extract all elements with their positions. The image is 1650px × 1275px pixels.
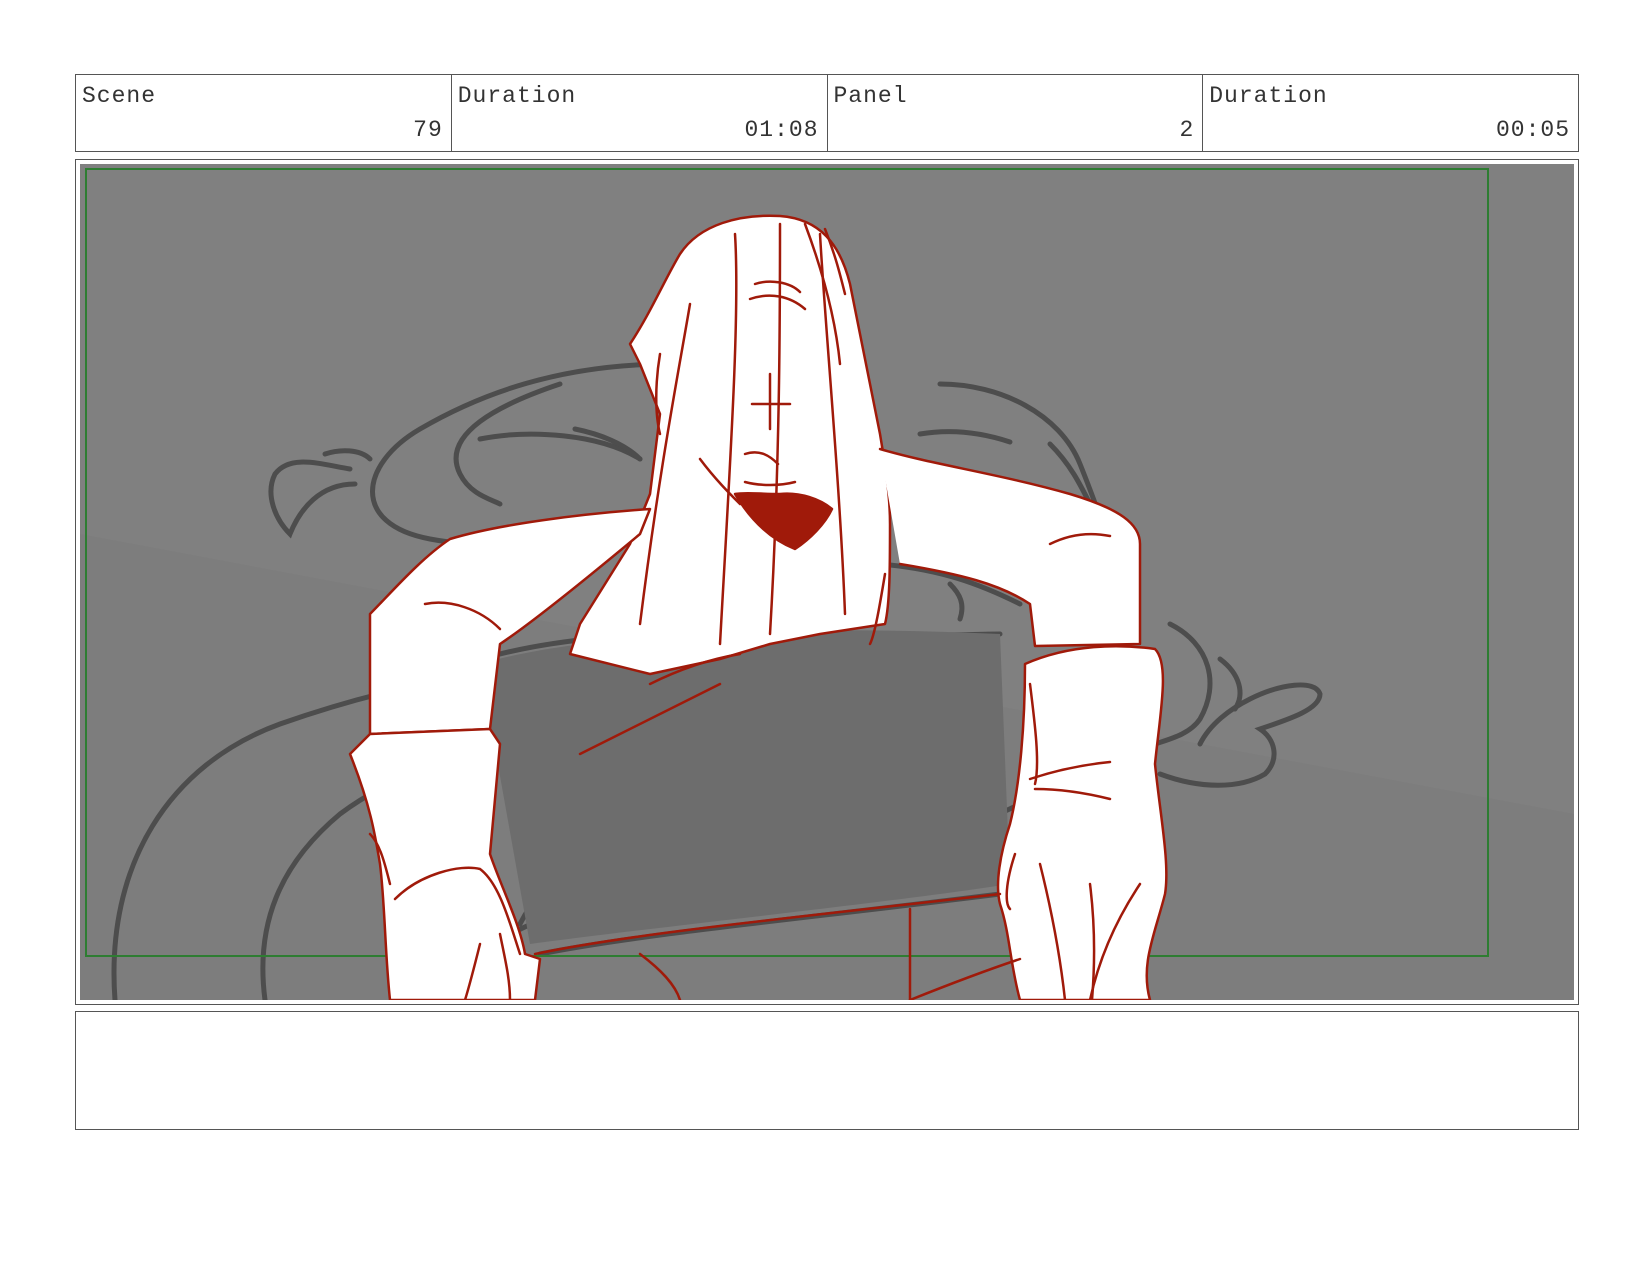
- scene-duration-cell: Duration 01:08: [452, 75, 828, 151]
- scene-duration-value: 01:08: [744, 117, 819, 143]
- scene-duration-label: Duration: [457, 83, 577, 109]
- storyboard-header: Scene 79 Duration 01:08 Panel 2 Duration…: [75, 74, 1579, 152]
- scene-cell: Scene 79: [76, 75, 452, 151]
- panel-duration-label: Duration: [1209, 83, 1328, 109]
- panel-cell: Panel 2: [828, 75, 1204, 151]
- panel-duration-value: 00:05: [1495, 117, 1570, 143]
- panel-duration-cell: Duration 00:05: [1203, 75, 1578, 151]
- storyboard-panel: [75, 159, 1579, 1005]
- panel-label: Panel: [833, 83, 908, 109]
- panel-number: 2: [1179, 117, 1195, 143]
- scene-label: Scene: [82, 83, 157, 109]
- scene-number: 79: [413, 117, 443, 143]
- panel-sketch: [80, 164, 1574, 1000]
- panel-notes[interactable]: [75, 1011, 1579, 1130]
